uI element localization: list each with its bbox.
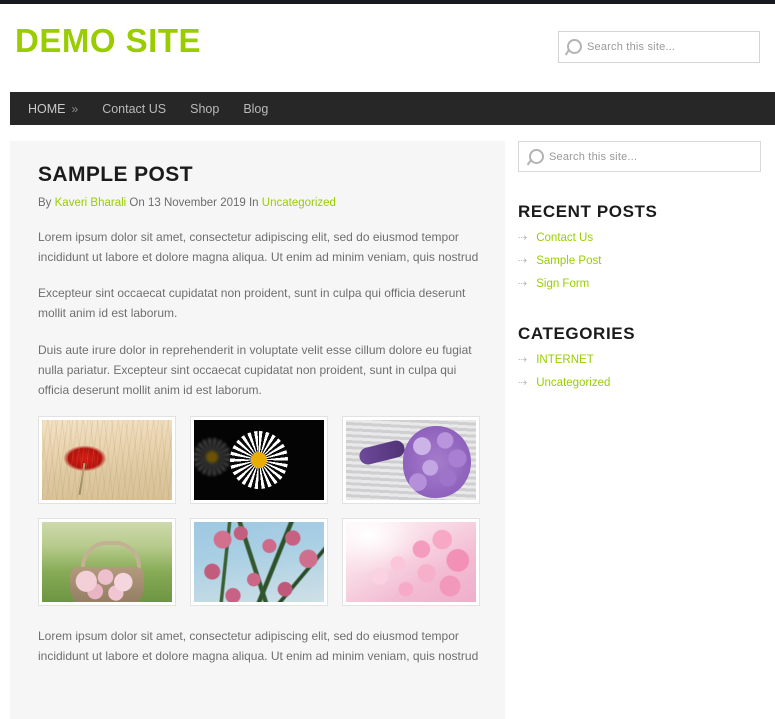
widget-title-categories: CATEGORIES (518, 324, 636, 343)
post-paragraph-3: Duis aute irure dolor in reprehenderit i… (38, 342, 472, 397)
arrow-bullet-icon: ⇢ (518, 353, 528, 366)
nav-item-contact-us-label: Contact US (102, 101, 167, 116)
main-navigation: HOME » Contact US Shop Blog (10, 92, 775, 125)
arrow-bullet-icon: ⇢ (518, 254, 528, 267)
categories-list: ⇢ INTERNET ⇢ Uncategorized (518, 354, 765, 389)
image-gallery (38, 416, 486, 607)
recent-post-link-sign-form[interactable]: Sign Form (536, 278, 589, 290)
nav-item-home[interactable]: HOME » (28, 102, 78, 116)
post-author-link[interactable]: Kaveri Bharali (55, 197, 127, 209)
byline-in-label: In (248, 197, 259, 209)
nav-item-shop[interactable]: Shop (190, 102, 219, 116)
search-icon (565, 38, 583, 56)
widget-title-recent-posts: RECENT POSTS (518, 202, 658, 221)
purple-bouquet-on-knit-blanket-image (346, 420, 476, 501)
list-item[interactable]: ⇢ Uncategorized (518, 377, 765, 389)
header-search-box[interactable]: Search this site... (558, 31, 760, 63)
category-link-uncategorized[interactable]: Uncategorized (536, 377, 610, 389)
site-logo[interactable]: DEMO SITE (15, 24, 201, 57)
post-category-link[interactable]: Uncategorized (262, 197, 336, 209)
gallery-thumb-poppy[interactable] (38, 416, 176, 505)
nav-item-blog-label: Blog (243, 101, 269, 116)
gallery-thumb-sky-blossoms[interactable] (190, 518, 328, 607)
list-item[interactable]: ⇢ Sign Form (518, 278, 765, 290)
nav-item-contact-us[interactable]: Contact US (102, 102, 166, 116)
sidebar-search-box[interactable]: Search this site... (518, 141, 761, 172)
byline-by-label: By (38, 197, 52, 209)
list-item[interactable]: ⇢ Sample Post (518, 255, 765, 267)
header-search-placeholder: Search this site... (587, 41, 676, 53)
arrow-bullet-icon: ⇢ (518, 231, 528, 244)
sidebar: Search this site... RECENT POSTS ⇢ Conta… (518, 141, 765, 423)
page-root: DEMO SITE Search this site... HOME » Con… (0, 0, 775, 719)
search-icon (527, 148, 545, 166)
post-date: 13 November 2019 (147, 197, 246, 209)
post-meta: By Kaveri Bharali On 13 November 2019 In… (38, 197, 482, 209)
post-paragraph-1: Lorem ipsum dolor sit amet, consectetur … (38, 230, 479, 265)
gallery-thumb-daisy[interactable] (190, 416, 328, 505)
gallery-thumb-cherry[interactable] (342, 518, 480, 607)
nav-item-home-label: HOME (28, 101, 66, 116)
gallery-thumb-bouquet[interactable] (342, 416, 480, 505)
chevron-right-icon: » (71, 101, 79, 116)
post-paragraph-2: Excepteur sint occaecat cupidatat non pr… (38, 286, 466, 321)
post-closing-paragraph: Lorem ipsum dolor sit amet, consectetur … (38, 629, 479, 664)
list-item[interactable]: ⇢ INTERNET (518, 354, 765, 366)
site-header: DEMO SITE Search this site... (0, 4, 775, 92)
byline-on-label: On (129, 197, 145, 209)
list-item[interactable]: ⇢ Contact Us (518, 232, 765, 244)
recent-posts-list: ⇢ Contact Us ⇢ Sample Post ⇢ Sign Form (518, 232, 765, 290)
pink-blossoms-against-blue-sky-image (194, 522, 324, 603)
recent-post-link-contact-us[interactable]: Contact Us (536, 232, 593, 244)
recent-post-link-sample-post[interactable]: Sample Post (536, 255, 601, 267)
nav-item-shop-label: Shop (190, 101, 220, 116)
category-link-internet[interactable]: INTERNET (536, 354, 594, 366)
gallery-thumb-basket[interactable] (38, 518, 176, 607)
arrow-bullet-icon: ⇢ (518, 376, 528, 389)
arrow-bullet-icon: ⇢ (518, 277, 528, 290)
sidebar-search-placeholder: Search this site... (549, 150, 638, 163)
page-title: SAMPLE POST (38, 163, 193, 186)
white-daisy-on-black-background-image (194, 420, 324, 501)
page-body: SAMPLE POST By Kaveri Bharali On 13 Nove… (0, 125, 775, 719)
main-content: SAMPLE POST By Kaveri Bharali On 13 Nove… (10, 141, 505, 719)
pink-roses-in-basket-on-grass-image (42, 522, 172, 603)
nav-item-blog[interactable]: Blog (243, 102, 268, 116)
red-poppy-in-wheat-field-image (42, 420, 172, 501)
pale-pink-cherry-blossoms-image (346, 522, 476, 603)
